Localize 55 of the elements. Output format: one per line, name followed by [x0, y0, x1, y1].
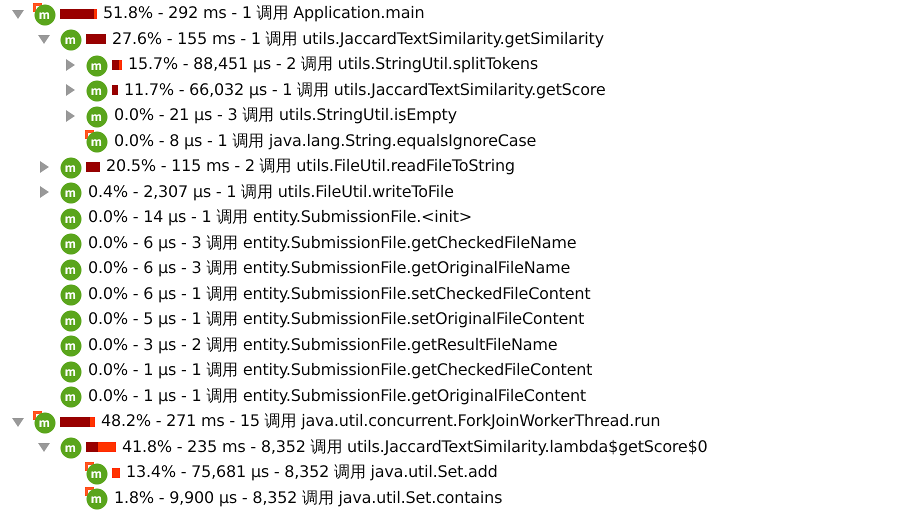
- collapsed-arrow-icon[interactable]: [63, 108, 77, 123]
- method-icon: [58, 435, 82, 460]
- time-bar: [112, 468, 120, 478]
- time-bar: [86, 34, 106, 44]
- call-tree-entry[interactable]: 51.8% - 292 ms - 1 调用 Application.main: [103, 3, 424, 24]
- time-bar: [60, 8, 97, 19]
- call-tree-entry[interactable]: 27.6% - 155 ms - 1 调用 utils.JaccardTextSimilarity.getSimilarity: [112, 28, 604, 50]
- hot-method-icon: [32, 2, 56, 26]
- method-icon: [58, 154, 82, 179]
- method-icon: [58, 27, 82, 52]
- collapsed-arrow-icon[interactable]: [63, 83, 77, 98]
- collapsed-arrow-icon[interactable]: [37, 185, 51, 200]
- call-tree-entry[interactable]: 0.0% - 8 µs - 1 调用 java.lang.String.equalsIgnoreCase: [114, 130, 536, 152]
- collapsed-arrow-icon[interactable]: [63, 58, 77, 72]
- method-icon: [58, 358, 82, 383]
- method-icon: [84, 104, 108, 128]
- method-icon: [84, 52, 108, 77]
- call-tree-entry[interactable]: 0.0% - 6 µs - 3 调用 entity.SubmissionFile.getCheckedFileName: [88, 232, 576, 254]
- call-tree-entry[interactable]: 0.0% - 1 µs - 1 调用 entity.SubmissionFile.getCheckedFileContent: [88, 360, 592, 382]
- method-icon: [58, 308, 82, 332]
- collapsed-arrow-icon[interactable]: [37, 160, 51, 174]
- call-tree-entry[interactable]: 41.8% - 235 ms - 8,352 调用 utils.JaccardTextSimilarity.lambda$getScore$0: [122, 436, 708, 458]
- time-bar: [112, 60, 122, 70]
- expanded-arrow-icon[interactable]: [37, 32, 51, 46]
- method-icon: [58, 180, 82, 204]
- call-tree-entry[interactable]: 13.4% - 75,681 µs - 8,352 调用 java.util.Set.add: [126, 462, 498, 484]
- expanded-arrow-icon[interactable]: [37, 440, 51, 454]
- hot-method-icon: [84, 129, 108, 154]
- call-tree-entry[interactable]: 48.2% - 271 ms - 15 调用 java.util.concurrent.ForkJoinWorkerThread.run: [101, 411, 660, 432]
- call-tree-entry[interactable]: 0.4% - 2,307 µs - 1 调用 utils.FileUtil.writeToFile: [88, 182, 454, 203]
- hot-method-icon: [84, 460, 108, 485]
- call-tree-entry[interactable]: 0.0% - 6 µs - 1 调用 entity.SubmissionFile.setCheckedFileContent: [88, 284, 590, 305]
- call-tree-entry[interactable]: 20.5% - 115 ms - 2 调用 utils.FileUtil.readFileToString: [106, 156, 515, 178]
- call-tree-entry[interactable]: 0.0% - 5 µs - 1 调用 entity.SubmissionFile.setOriginalFileContent: [88, 309, 584, 330]
- call-tree-entry[interactable]: 1.8% - 9,900 µs - 8,352 调用 java.util.Set.contains: [114, 488, 502, 509]
- time-bar: [86, 162, 100, 172]
- call-tree-entry[interactable]: 0.0% - 14 µs - 1 调用 entity.SubmissionFile.<init>: [88, 207, 472, 228]
- method-icon: [58, 384, 82, 408]
- hot-method-icon: [84, 486, 108, 510]
- call-tree-entry[interactable]: 11.7% - 66,032 µs - 1 调用 utils.JaccardTextSimilarity.getScore: [124, 80, 606, 101]
- method-icon: [84, 78, 108, 102]
- call-tree-entry[interactable]: 15.7% - 88,451 µs - 2 调用 utils.StringUtil.splitTokens: [128, 54, 538, 76]
- call-tree-entry[interactable]: 0.0% - 1 µs - 1 调用 entity.SubmissionFile.getOriginalFileContent: [88, 386, 586, 407]
- call-tree-entry[interactable]: 0.0% - 21 µs - 3 调用 utils.StringUtil.isEmpty: [114, 105, 457, 126]
- method-icon: [58, 231, 82, 256]
- call-tree-entry[interactable]: 0.0% - 3 µs - 2 调用 entity.SubmissionFile.getResultFileName: [88, 334, 558, 356]
- method-icon: [58, 282, 82, 306]
- method-icon: [58, 333, 82, 358]
- method-icon: [58, 206, 82, 230]
- time-bar: [112, 85, 118, 96]
- time-bar: [86, 442, 116, 452]
- method-icon: [58, 256, 82, 281]
- call-tree-entry[interactable]: 0.0% - 6 µs - 3 调用 entity.SubmissionFile.getOriginalFileName: [88, 258, 570, 280]
- time-bar: [60, 416, 95, 427]
- hot-method-icon: [32, 410, 56, 434]
